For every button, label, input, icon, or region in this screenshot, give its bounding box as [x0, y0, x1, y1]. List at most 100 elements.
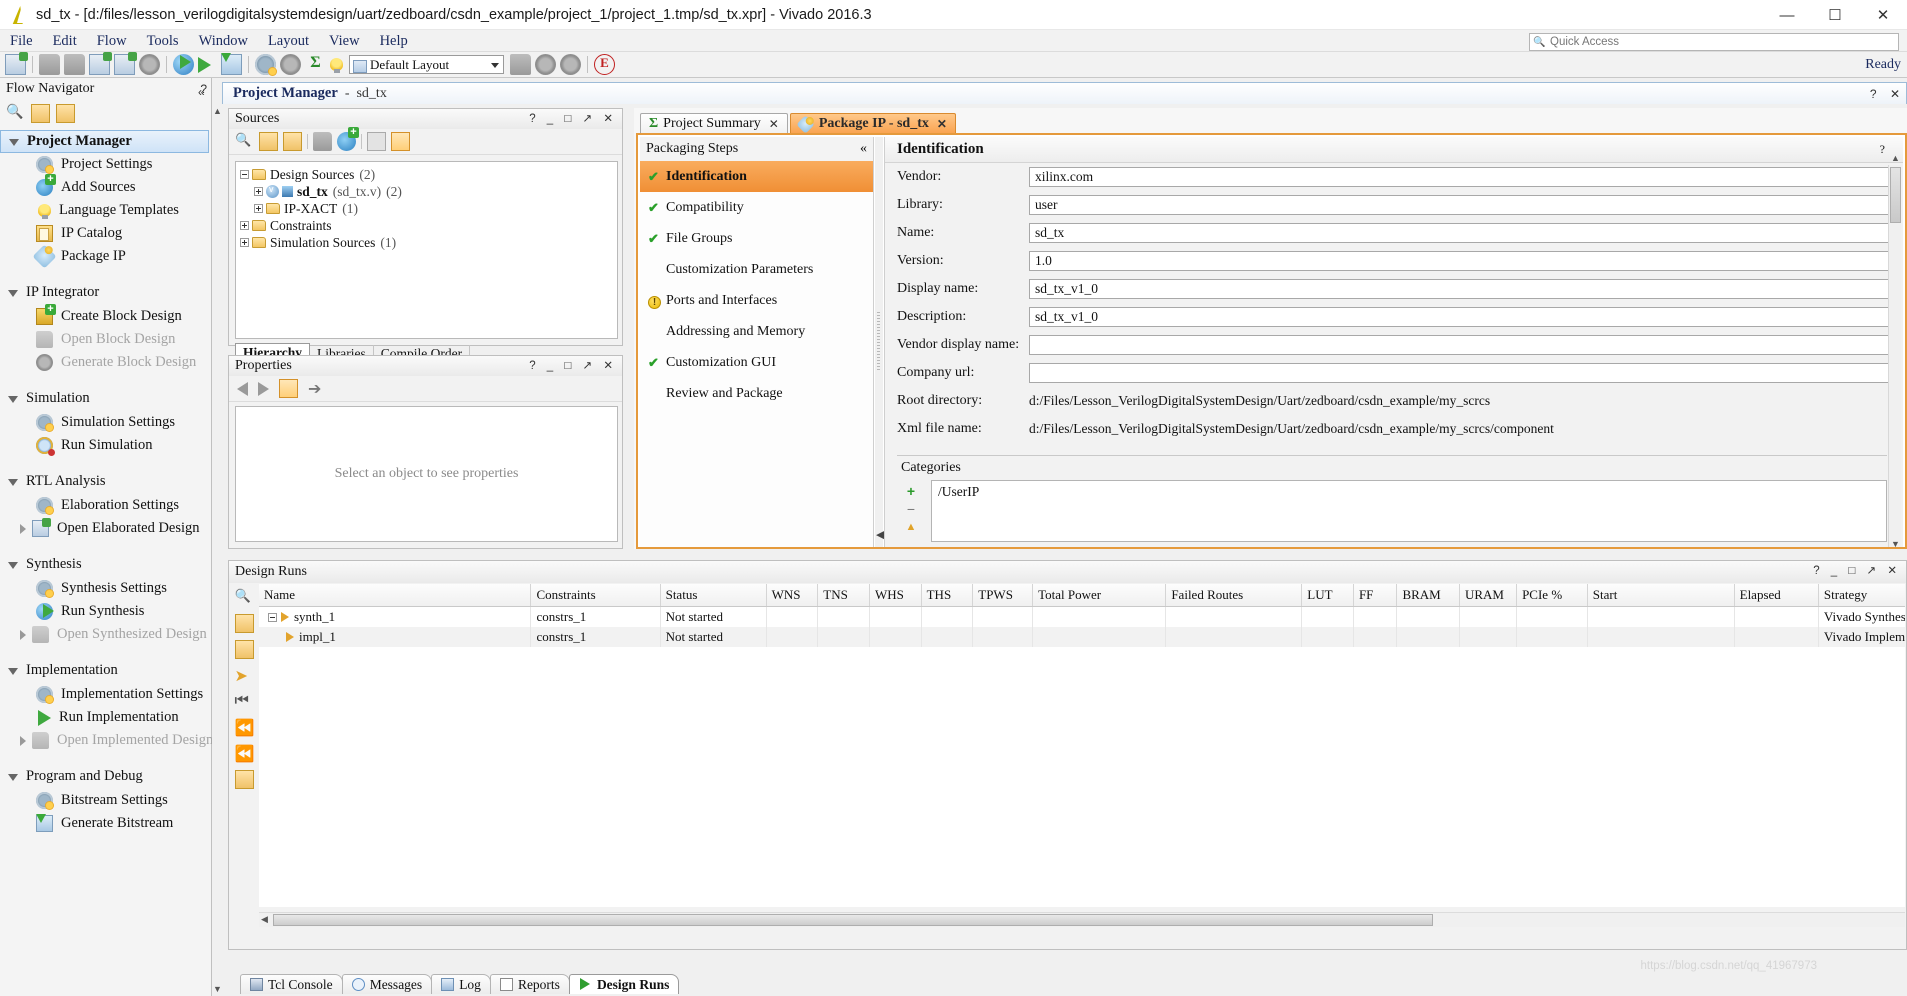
go-prev-icon[interactable]: ⏪: [235, 718, 255, 737]
packaging-step-customization-gui[interactable]: ✔ Customization GUI: [640, 347, 873, 378]
field-input-company-url[interactable]: [1029, 363, 1899, 383]
minimize-button[interactable]: —: [1763, 0, 1811, 30]
back-icon[interactable]: [237, 381, 248, 396]
quick-access-input[interactable]: Quick Access: [1529, 33, 1899, 51]
scroll-left-icon[interactable]: ◀: [261, 914, 268, 925]
column-header-status[interactable]: Status: [660, 584, 767, 607]
sources-tree-node[interactable]: Design Sources (2): [240, 166, 617, 183]
report-icon[interactable]: [330, 58, 343, 73]
flow-item-synthesis-settings[interactable]: Synthesis Settings: [0, 577, 211, 600]
field-input-description[interactable]: sd_tx_v1_0: [1029, 307, 1899, 327]
add-run-icon[interactable]: [234, 770, 254, 789]
flow-item-run-simulation[interactable]: Run Simulation: [0, 434, 211, 457]
flow-item-generate-bitstream[interactable]: Generate Bitstream: [0, 812, 211, 835]
workspace-tab-project-manager[interactable]: Project Manager - sd_tx ? ✕: [222, 82, 1907, 104]
flow-section-program-and-debug[interactable]: Program and Debug: [0, 764, 211, 789]
expand-triangle-icon[interactable]: [8, 396, 18, 403]
flow-section-rtl-analysis[interactable]: RTL Analysis: [0, 469, 211, 494]
search-icon[interactable]: 🔍: [235, 588, 254, 607]
expand-triangle-icon[interactable]: [9, 139, 19, 146]
column-header-ths[interactable]: THS: [921, 584, 974, 607]
collapse-node-icon[interactable]: [240, 170, 249, 179]
sources-tree-node[interactable]: Constraints: [240, 217, 617, 234]
expand-all-icon[interactable]: [283, 132, 302, 151]
design-runs-table-container[interactable]: Name Constraints Status WNS TNS WHS THS TPWS Tot…: [259, 584, 1905, 907]
flow-item-simulation-settings[interactable]: Simulation Settings: [0, 411, 211, 434]
run-synthesis-icon[interactable]: [173, 54, 194, 75]
flow-item-bitstream-settings[interactable]: Bitstream Settings: [0, 789, 211, 812]
flow-item-add-sources[interactable]: Add Sources: [0, 174, 211, 199]
layout-combo[interactable]: Default Layout: [349, 55, 504, 74]
category-item[interactable]: /UserIP: [938, 484, 979, 499]
column-header-tpws[interactable]: TPWS: [972, 584, 1034, 607]
menu-file[interactable]: File: [0, 30, 43, 52]
add-category-button[interactable]: +: [901, 482, 921, 500]
expand-triangle-icon[interactable]: [8, 290, 18, 297]
column-header-start[interactable]: Start: [1587, 584, 1735, 607]
run-name-cell[interactable]: synth_1: [259, 606, 532, 627]
sources-tree[interactable]: Design Sources(2)sd_tx(sd_tx.v)(2)IP-XAC…: [235, 161, 618, 339]
collapse-all-icon[interactable]: [259, 132, 278, 151]
column-header-uram[interactable]: URAM: [1459, 584, 1518, 607]
hierarchy-update-icon[interactable]: [391, 132, 410, 151]
run-name-cell[interactable]: impl_1: [259, 627, 532, 647]
close-icon[interactable]: ✕: [769, 117, 779, 131]
flow-item-language-templates[interactable]: Language Templates: [0, 199, 211, 222]
packaging-steps-collapse-button[interactable]: «: [860, 141, 867, 157]
packaging-step-addressing-and-memory[interactable]: Addressing and Memory: [640, 316, 873, 347]
properties-view-icon[interactable]: [279, 379, 298, 398]
menu-view[interactable]: View: [319, 30, 370, 52]
run-implementation-icon[interactable]: [198, 56, 211, 73]
flow-section-synthesis[interactable]: Synthesis: [0, 552, 211, 577]
column-header-strategy[interactable]: Strategy: [1818, 584, 1905, 607]
column-header-failed-routes[interactable]: Failed Routes: [1165, 584, 1303, 607]
packaging-step-customization-parameters[interactable]: Customization Parameters: [640, 254, 873, 285]
flow-item-run-implementation[interactable]: Run Implementation: [0, 706, 211, 729]
generate-bitstream-icon[interactable]: [221, 53, 242, 75]
expand-node-icon[interactable]: [254, 204, 263, 213]
chevron-right-icon[interactable]: [20, 523, 26, 534]
expand-triangle-icon[interactable]: [8, 479, 18, 486]
column-header-bram[interactable]: BRAM: [1396, 584, 1460, 607]
run-next-icon[interactable]: ➤: [235, 666, 254, 685]
identification-help-button[interactable]: ?: [1880, 142, 1885, 157]
flow-item-project-settings[interactable]: Project Settings: [0, 153, 211, 176]
collapse-all-icon[interactable]: [234, 614, 254, 633]
flow-item-open-elaborated-design[interactable]: Open Elaborated Design: [0, 517, 211, 540]
column-header-wns[interactable]: WNS: [766, 584, 819, 607]
ip-tab-package-ip-sd-tx[interactable]: Package IP - sd_tx ✕: [789, 113, 956, 134]
column-header-tns[interactable]: TNS: [817, 584, 870, 607]
menu-layout[interactable]: Layout: [258, 30, 319, 52]
sources-panel-controls[interactable]: ? _ □ ↗ ✕: [529, 111, 617, 125]
chevron-right-icon[interactable]: [20, 735, 26, 746]
workspace-close-button[interactable]: ✕: [1890, 87, 1900, 101]
paste-icon[interactable]: [114, 52, 137, 75]
field-input-library[interactable]: user: [1029, 195, 1899, 215]
column-header-elapsed[interactable]: Elapsed: [1734, 584, 1819, 607]
remove-category-button[interactable]: −: [901, 500, 921, 518]
expand-all-icon[interactable]: [234, 640, 254, 659]
table-row[interactable]: impl_1 constrs_1Not started Vivado Impleme…: [259, 627, 1905, 647]
marker-icon[interactable]: [510, 54, 531, 75]
maximize-button[interactable]: ☐: [1811, 0, 1859, 30]
expand-triangle-icon[interactable]: [8, 562, 18, 569]
flow-navigator-collapse-button[interactable]: «: [198, 85, 205, 99]
sources-tree-node[interactable]: Simulation Sources (1): [240, 234, 617, 251]
bottom-tab-reports[interactable]: Reports: [489, 974, 570, 994]
flow-section-simulation[interactable]: Simulation: [0, 386, 211, 411]
open-file-icon[interactable]: [313, 132, 332, 151]
flow-item-create-block-design[interactable]: Create Block Design: [0, 304, 211, 328]
scroll-down-icon[interactable]: ▼: [1891, 539, 1900, 549]
ip-tab-project-summary[interactable]: Σ Project Summary ✕: [640, 113, 788, 134]
properties-panel-controls[interactable]: ? _ □ ↗ ✕: [529, 358, 617, 372]
redo-icon[interactable]: [64, 54, 85, 75]
flow-section-implementation[interactable]: Implementation: [0, 658, 211, 683]
copy-icon[interactable]: [89, 52, 112, 75]
column-header-name[interactable]: Name: [259, 584, 532, 607]
menu-edit[interactable]: Edit: [43, 30, 87, 52]
field-input-version[interactable]: 1.0: [1029, 251, 1899, 271]
expand-node-icon[interactable]: [240, 238, 249, 247]
flow-section-project-manager[interactable]: Project Manager: [0, 130, 209, 153]
scroll-up-icon[interactable]: ▲: [1891, 153, 1900, 163]
workspace-help-button[interactable]: ?: [1870, 87, 1877, 101]
